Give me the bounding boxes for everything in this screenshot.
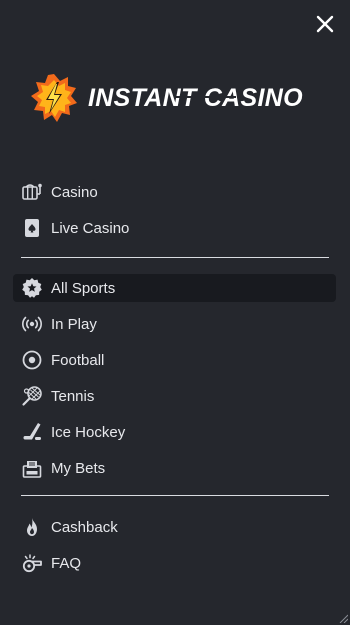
menu-item-faq[interactable]: FAQ (13, 549, 336, 577)
menu-item-label: FAQ (51, 554, 82, 572)
menu-item-football[interactable]: Football (13, 346, 336, 374)
menu-item-casino[interactable]: Casino (13, 178, 336, 206)
menu-item-label: Casino (51, 183, 98, 201)
menu-item-label: Cashback (51, 518, 118, 536)
menu-item-label: Ice Hockey (51, 423, 126, 441)
menu-item-label: Football (51, 351, 105, 369)
close-icon (316, 15, 334, 33)
menu-item-my-bets[interactable]: My Bets (13, 454, 336, 482)
menu-item-label: My Bets (51, 459, 106, 477)
close-button[interactable] (314, 13, 336, 35)
menu-item-cashback[interactable]: Cashback (13, 513, 336, 541)
menu-item-ice-hockey[interactable]: Ice Hockey (13, 418, 336, 446)
whistle-icon (21, 552, 43, 574)
lightning-logo-icon (31, 74, 77, 122)
playing-card-icon (21, 217, 43, 239)
brand-logo[interactable]: INSTANT CASINO (30, 72, 320, 124)
resize-grip-icon[interactable] (338, 613, 348, 623)
bet-slip-icon (21, 457, 43, 479)
menu-divider (21, 257, 329, 258)
menu-divider (21, 495, 329, 496)
menu-item-live-casino[interactable]: Live Casino (13, 214, 336, 242)
football-icon (21, 349, 43, 371)
live-signal-icon (21, 313, 43, 335)
menu-item-label: In Play (51, 315, 97, 333)
menu-item-tennis[interactable]: Tennis (13, 382, 336, 410)
menu-item-label: Live Casino (51, 219, 130, 237)
menu-item-in-play[interactable]: In Play (13, 310, 336, 338)
flame-icon (21, 516, 43, 538)
menu-item-label: Tennis (51, 387, 95, 405)
menu-item-all-sports[interactable]: All Sports (13, 274, 336, 302)
menu-item-label: All Sports (51, 279, 116, 297)
star-badge-icon (21, 277, 43, 299)
logo-stroke-decoration (174, 96, 236, 98)
slot-machine-icon (21, 181, 43, 203)
hockey-stick-icon (21, 421, 43, 443)
tennis-racket-icon (21, 385, 43, 407)
